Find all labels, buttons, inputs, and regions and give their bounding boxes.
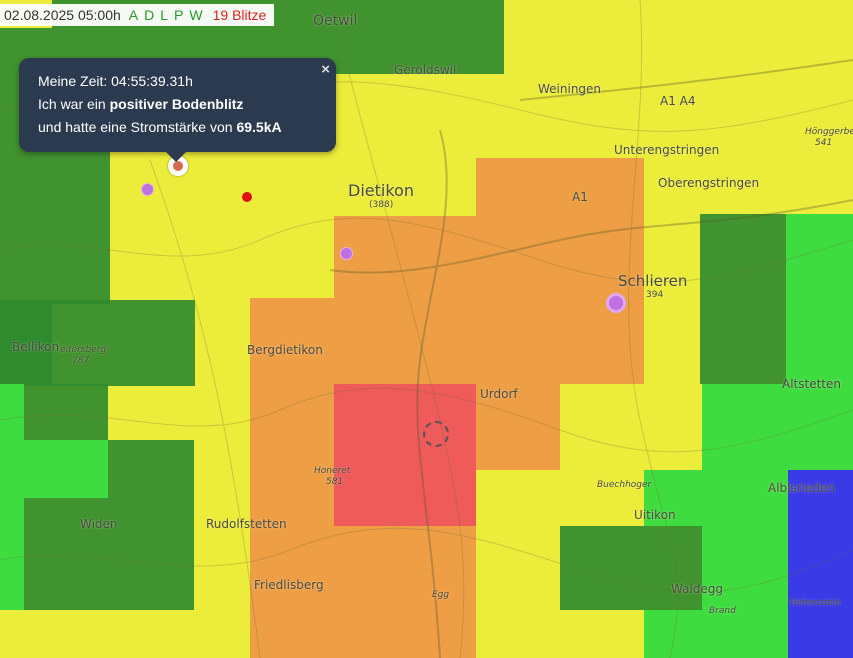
layer-options: A D L P W xyxy=(129,7,205,23)
crosshair-icon xyxy=(423,421,449,447)
place-buechhoger: Buechhoger xyxy=(597,480,652,490)
place-schlieren-elev: 394 xyxy=(646,290,664,300)
popup-time: Meine Zeit: 04:55:39.31h xyxy=(38,73,193,89)
strike-count: 19 Blitze xyxy=(212,7,267,23)
option-l[interactable]: L xyxy=(160,7,170,23)
place-rudolfstetten: Rudolfstetten xyxy=(206,517,287,531)
place-honggerberg-elev: 541 xyxy=(815,138,833,148)
place-unterengstringen: Unterengstringen xyxy=(614,143,720,157)
strike-marker-positive[interactable] xyxy=(242,192,252,202)
place-bergdietikon: Bergdietikon xyxy=(247,343,323,357)
place-weiningen: Weiningen xyxy=(538,82,602,96)
place-honggerberg: Hönggerberg xyxy=(805,127,853,137)
popup-type-prefix: Ich war ein xyxy=(38,96,110,112)
popup-current-value: 69.5kA xyxy=(236,119,282,135)
place-eitersberg-elev: 787 xyxy=(72,356,90,366)
popup-pointer xyxy=(166,152,186,162)
place-bellikon: Bellikon xyxy=(12,340,60,354)
option-a[interactable]: A xyxy=(129,7,140,23)
status-bar: 02.08.2025 05:00h A D L P W 19 Blitze xyxy=(0,4,275,26)
road-label-a1-a4: A1 A4 xyxy=(660,94,696,108)
place-widen: Widen xyxy=(80,517,118,531)
option-p[interactable]: P xyxy=(174,7,185,23)
place-uitikon: Uitikon xyxy=(634,508,676,522)
place-altstetten: Altstetten xyxy=(782,377,841,391)
datetime-label: 02.08.2025 05:00h xyxy=(4,7,121,23)
popup-current: und hatte eine Stromstärke von 69.5kA xyxy=(38,119,282,135)
place-eitersberg: eitersberg xyxy=(60,345,107,355)
road-label-a1: A1 xyxy=(572,190,588,204)
place-dietikon: Dietikon xyxy=(348,181,414,200)
place-schlieren: Schlieren xyxy=(618,272,688,290)
place-brand: Brand xyxy=(709,606,736,616)
strike-marker[interactable] xyxy=(340,247,353,260)
place-honeret-elev: 581 xyxy=(326,477,344,487)
place-egg: Egg xyxy=(432,590,450,600)
strike-marker[interactable] xyxy=(606,293,626,313)
strike-marker[interactable] xyxy=(141,183,154,196)
place-friedlisberg: Friedlisberg xyxy=(254,578,324,592)
option-d[interactable]: D xyxy=(144,7,156,23)
place-honeret: Honeret xyxy=(314,466,351,476)
place-oberengstringen: Oberengstringen xyxy=(658,176,760,190)
place-geroldswil: Geroldswil xyxy=(394,63,457,77)
option-w[interactable]: W xyxy=(189,7,204,23)
place-urdorf: Urdorf xyxy=(480,387,518,401)
place-oetwil: Oetwil xyxy=(313,13,358,29)
strike-info-popup: × Meine Zeit: 04:55:39.31h Ich war ein p… xyxy=(19,58,336,152)
place-hohenstein: Hohenstein xyxy=(790,598,842,608)
place-dietikon-elev: (388) xyxy=(369,200,394,210)
popup-type: Ich war ein positiver Bodenblitz xyxy=(38,96,243,112)
popup-type-value: positiver Bodenblitz xyxy=(109,96,244,112)
place-waldegg: Waldegg xyxy=(671,582,724,596)
popup-current-prefix: und hatte eine Stromstärke von xyxy=(38,119,237,135)
close-icon[interactable]: × xyxy=(321,61,330,78)
place-albisrieden: Albisrieden xyxy=(768,481,836,495)
